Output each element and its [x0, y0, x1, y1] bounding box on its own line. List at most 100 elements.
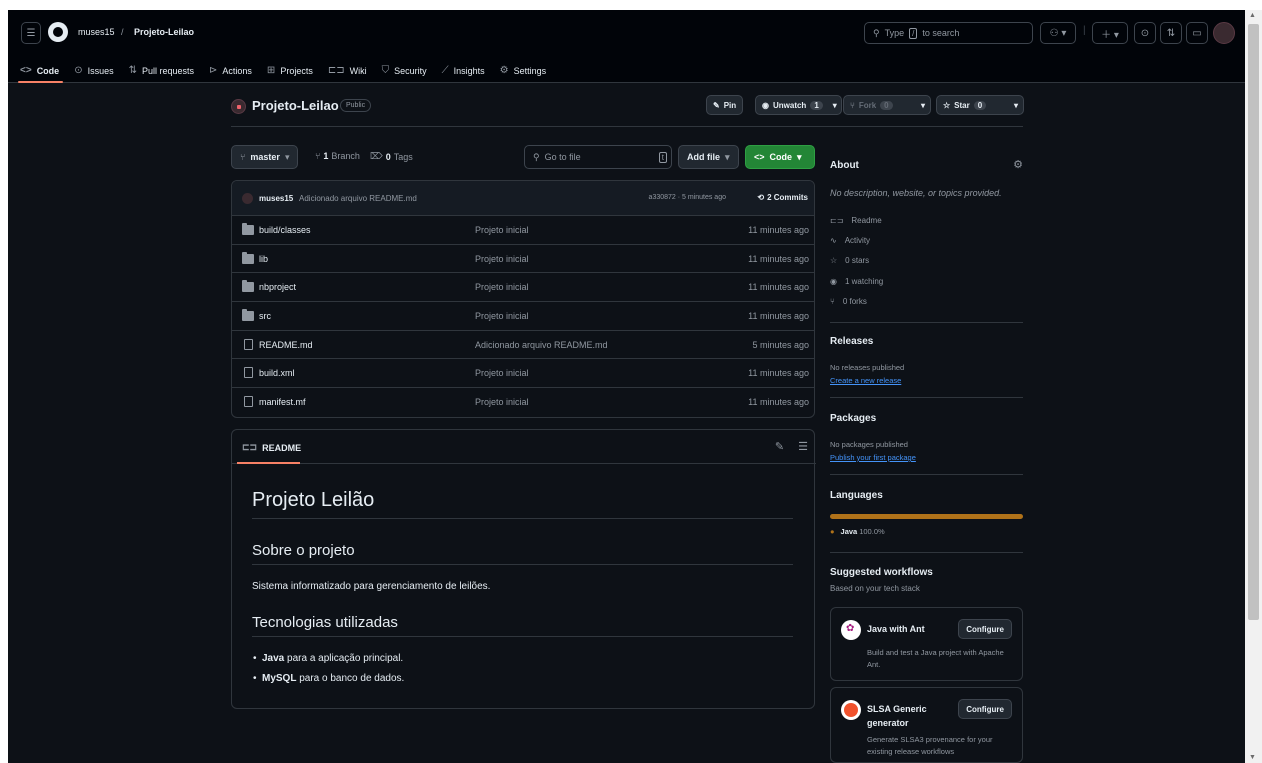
star-icon: ☆ [830, 256, 838, 265]
gear-icon[interactable]: ⚙ [1013, 158, 1023, 171]
branch-icon: ⑂ [315, 151, 321, 161]
unwatch-label: Unwatch [772, 100, 807, 110]
pull-requests-button[interactable]: ⇅ [1160, 22, 1182, 44]
pencil-icon[interactable]: ✎ [775, 440, 784, 453]
menu-button[interactable]: ☰ [21, 22, 41, 44]
file-name[interactable]: lib [259, 254, 268, 264]
table-row[interactable]: build/classes Projeto inicial 11 minutes a… [232, 216, 814, 245]
language-dot-icon: ● [830, 527, 835, 536]
language-java[interactable]: ● Java 100.0% [830, 527, 885, 536]
file-icon [244, 396, 253, 408]
tab-security[interactable]: ⛉ Security [382, 58, 427, 83]
commit-author[interactable]: muses15 [259, 194, 293, 203]
readme-tab[interactable]: ⊏⊐ README [242, 442, 301, 453]
breadcrumb-owner[interactable]: muses15 [78, 27, 115, 37]
search-icon: ⚲ [873, 27, 880, 38]
tags-link[interactable]: ⌦ 0 Tags [370, 151, 413, 162]
tab-issues[interactable]: ⊙ Issues [74, 58, 113, 83]
file-commit-message[interactable]: Projeto inicial [475, 311, 529, 321]
table-row[interactable]: manifest.mf Projeto inicial 11 minutes ago [232, 388, 814, 417]
book-icon: ⊏⊐ [830, 216, 844, 225]
issue-icon: ⊙ [74, 65, 83, 76]
commit-meta[interactable]: a330872 · 5 minutes ago [649, 194, 726, 201]
fork-button[interactable]: ⑂ Fork 0 ▾ [843, 95, 931, 115]
configure-button[interactable]: Configure [958, 699, 1012, 719]
global-search-input[interactable]: ⚲ Type / to search [864, 22, 1033, 44]
tag-label: Tags [393, 151, 413, 162]
divider [830, 397, 1023, 398]
readme-link[interactable]: ⊏⊐ Readme [830, 216, 882, 225]
star-icon: ☆ [943, 100, 951, 110]
scrollbar-thumb[interactable] [1248, 24, 1259, 620]
repo-name[interactable]: Projeto-Leilao [252, 98, 339, 113]
tab-pull-requests[interactable]: ⇅ Pull requests [129, 58, 194, 83]
issues-button[interactable]: ⊙ [1134, 22, 1156, 44]
file-commit-message[interactable]: Projeto inicial [475, 368, 529, 378]
table-row[interactable]: src Projeto inicial 11 minutes ago [232, 302, 814, 331]
file-commit-message[interactable]: Adicionado arquivo README.md [475, 340, 608, 350]
tab-code[interactable]: <> Code [17, 58, 64, 83]
activity-link[interactable]: ∿ Activity [830, 236, 870, 245]
owner-avatar[interactable] [231, 99, 246, 114]
table-row[interactable]: README.md Adicionado arquivo README.md 5 m… [232, 331, 814, 360]
go-to-file-input[interactable]: ⚲ Go to file t [524, 145, 672, 169]
tab-wiki[interactable]: ⊏⊐ Wiki [328, 58, 367, 83]
file-name[interactable]: src [259, 311, 271, 321]
table-row[interactable]: lib Projeto inicial 11 minutes ago [232, 245, 814, 274]
releases-title[interactable]: Releases [830, 336, 873, 347]
configure-button[interactable]: Configure [958, 619, 1012, 639]
file-name[interactable]: build.xml [259, 368, 295, 378]
file-name[interactable]: build/classes [259, 225, 311, 235]
commits-link[interactable]: ⟲ 2 Commits [757, 193, 808, 202]
unwatch-button[interactable]: ◉ Unwatch 1 ▾ [755, 95, 842, 115]
file-icon [244, 367, 253, 379]
chevron-down-icon: ▾ [725, 151, 730, 162]
chevron-down-icon: ▾ [832, 100, 837, 110]
file-commit-message[interactable]: Projeto inicial [475, 225, 529, 235]
github-logo-icon[interactable] [48, 22, 68, 42]
commit-message[interactable]: Adicionado arquivo README.md [299, 194, 417, 203]
breadcrumb-repo[interactable]: Projeto-Leilao [134, 27, 194, 37]
commits-label: 2 Commits [767, 193, 808, 202]
file-commit-message[interactable]: Projeto inicial [475, 397, 529, 407]
publish-package-link[interactable]: Publish your first package [830, 453, 916, 462]
tab-insights[interactable]: ⟋ Insights [442, 58, 485, 83]
stars-link[interactable]: ☆ 0 stars [830, 256, 869, 265]
workflows-subtitle: Based on your tech stack [830, 584, 920, 593]
commit-author-avatar[interactable] [242, 193, 253, 204]
create-new-button[interactable]: ＋ ▾ [1092, 22, 1128, 44]
watching-link[interactable]: ◉ 1 watching [830, 277, 883, 286]
tab-projects[interactable]: ⊞ Projects [267, 58, 313, 83]
forks-link[interactable]: ⑂ 0 forks [830, 297, 867, 306]
packages-title[interactable]: Packages [830, 413, 876, 424]
branches-link[interactable]: ⑂ 1 Branch [315, 151, 360, 161]
copilot-button[interactable]: ⚇ ▾ [1040, 22, 1076, 44]
scroll-down-icon[interactable]: ▼ [1249, 754, 1256, 761]
star-button[interactable]: ☆ Star 0 ▾ [936, 95, 1024, 115]
file-commit-message[interactable]: Projeto inicial [475, 254, 529, 264]
page-scrollbar[interactable]: ▲ ▼ [1245, 10, 1262, 763]
outline-list-icon[interactable]: ☰ [798, 440, 808, 453]
branch-select[interactable]: ⑂ master ▾ [231, 145, 299, 169]
file-name[interactable]: README.md [259, 340, 313, 350]
create-release-link[interactable]: Create a new release [830, 376, 901, 385]
file-name[interactable]: nbproject [259, 282, 296, 292]
inbox-button[interactable]: ▭ [1186, 22, 1208, 44]
scroll-up-icon[interactable]: ▲ [1249, 12, 1256, 19]
file-name[interactable]: manifest.mf [259, 397, 306, 407]
table-row[interactable]: nbproject Projeto inicial 11 minutes ago [232, 273, 814, 303]
visibility-badge: Public [340, 99, 372, 112]
file-commit-message[interactable]: Projeto inicial [475, 282, 529, 292]
pin-button[interactable]: ✎ Pin [706, 95, 744, 115]
user-avatar[interactable] [1213, 22, 1235, 44]
tab-actions[interactable]: ⊳ Actions [209, 58, 252, 83]
file-age: 5 minutes ago [752, 339, 809, 350]
code-button[interactable]: <> Code ▾ [745, 145, 815, 169]
add-file-button[interactable]: Add file ▾ [678, 145, 739, 169]
table-row[interactable]: build.xml Projeto inicial 11 minutes ago [232, 359, 814, 389]
tab-settings[interactable]: ⚙ Settings [500, 58, 547, 83]
history-icon: ⟲ [757, 193, 765, 202]
readme-section-tech: Tecnologias utilizadas [252, 614, 793, 637]
list-item: MySQL para o banco de dados. [253, 673, 404, 684]
code-icon: <> [754, 152, 765, 162]
